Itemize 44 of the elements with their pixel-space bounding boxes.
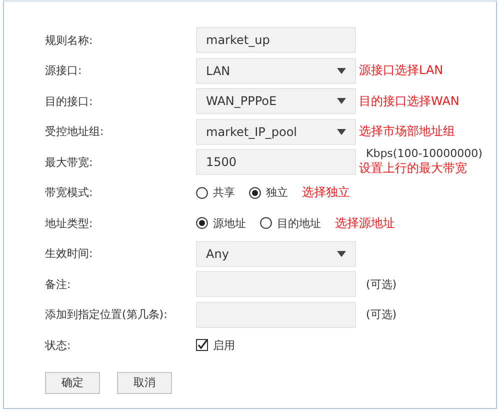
annotation-text: 设置上行的最大带宽 [359,160,468,178]
annotation-text: 选择市场部地址组 [359,123,456,140]
text-field[interactable]: 1500 [196,149,356,176]
hint-text: (可选) [365,276,398,292]
annotation-text: 选择源地址 [335,214,395,232]
radio-button[interactable] [196,217,208,230]
checkbox[interactable] [196,339,208,352]
field-label: 备注: [45,276,72,292]
option-label: 独立 [266,185,288,200]
field-label: 生效时间: [45,246,94,262]
hint-text: Kbps(100-10000000) [365,147,484,160]
field-label: 添加到指定位置(第几条): [45,307,168,322]
caret-icon [337,128,346,135]
cancel-button[interactable]: 取消 [117,372,172,394]
caret-icon [337,250,346,257]
annotation-text: 选择独立 [302,184,350,202]
field-label: 目的接口: [45,94,94,109]
field-label: 源接口: [45,63,83,78]
field-label: 状态: [45,338,72,353]
text-field[interactable] [196,302,356,328]
checkbox-label: 启用 [213,338,235,353]
caret-icon [337,68,346,74]
dropdown[interactable]: LAN [196,58,356,84]
field-label: 带宽模式: [45,185,94,200]
dropdown[interactable]: WAN_PPPoE [196,88,356,114]
caret-icon [337,98,346,104]
dropdown[interactable]: Any [196,240,356,267]
field-label: 地址类型: [45,216,94,231]
radio-button[interactable] [249,186,261,199]
hint-text: (可选) [365,307,398,322]
field-label: 最大带宽: [45,154,94,170]
radio-button[interactable] [196,186,208,199]
option-label: 源地址 [213,216,246,231]
option-label: 共享 [213,185,235,200]
text-field[interactable] [196,271,356,298]
annotation-text: 源接口选择LAN [359,62,444,80]
radio-button[interactable] [260,217,272,230]
confirm-button[interactable]: 确定 [45,372,100,394]
dropdown[interactable]: market_IP_pool [196,118,356,145]
field-label: 规则名称: [45,32,94,48]
option-label: 目的地址 [277,216,321,231]
field-label: 受控地址组: [45,124,105,140]
text-field[interactable]: market_up [196,27,356,54]
annotation-text: 目的接口选择WAN [359,92,460,110]
